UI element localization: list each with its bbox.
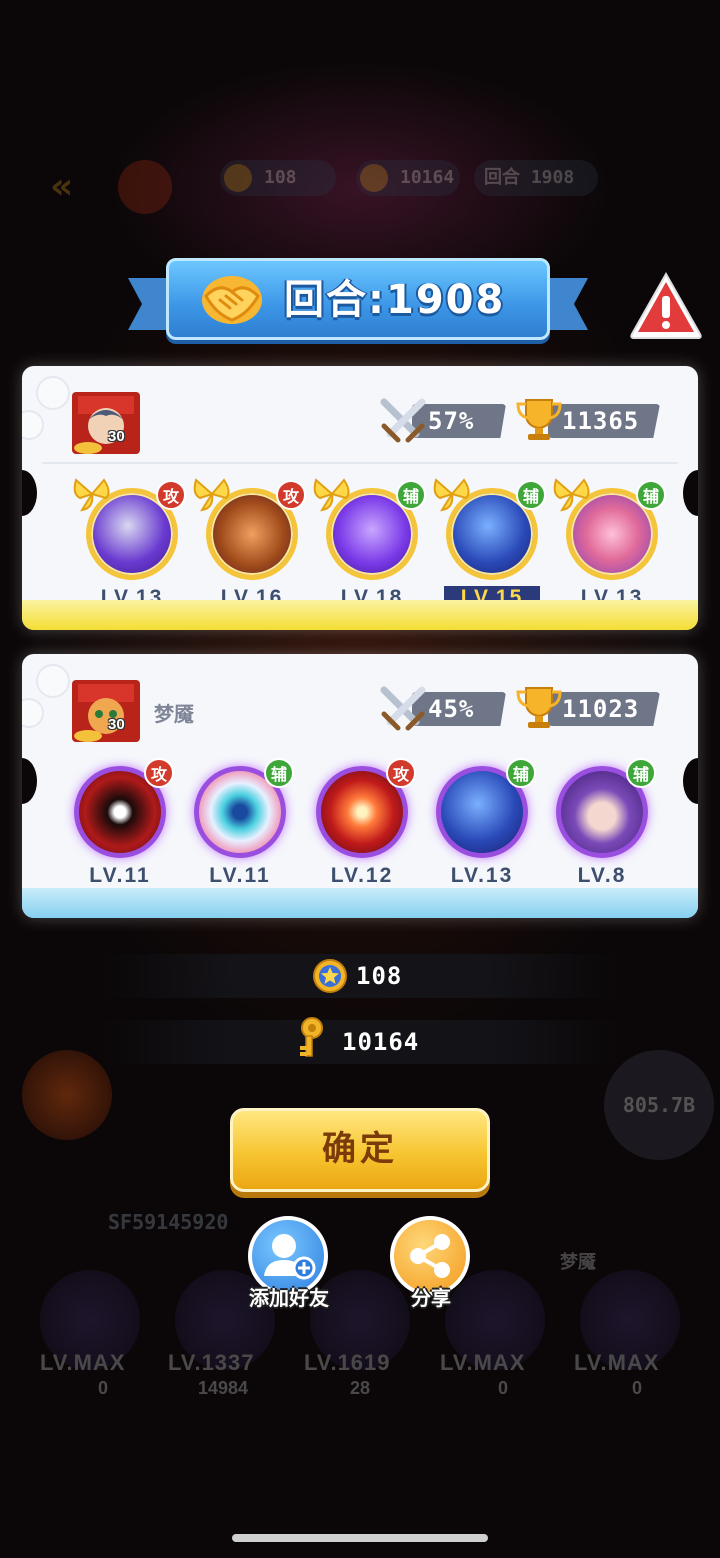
- coin-icon: [224, 164, 252, 192]
- background-player-name: 梦魇: [560, 1252, 596, 1273]
- key-reward-row: 10164: [100, 1017, 620, 1064]
- skill-level: LV.11: [89, 864, 151, 887]
- team-card-1: 30 57% 11365 攻 LV.13 攻 LV.16 辅 LV.18 辅 L…: [22, 366, 698, 630]
- attack-tag: 攻: [156, 480, 186, 510]
- background-player-id: SF59145920: [108, 1210, 229, 1234]
- background-level: LV.MAX: [440, 1350, 526, 1375]
- background-key-pill: 10164: [356, 160, 460, 196]
- background-top-bar: « 108 10164 回合 1908: [0, 160, 720, 214]
- butterfly-bow-icon: [553, 478, 590, 512]
- key-icon: [360, 164, 388, 192]
- skill-slot[interactable]: 攻 LV.13: [72, 476, 192, 616]
- attack-tag: 攻: [144, 758, 174, 788]
- background-sub-value: 0: [98, 1378, 109, 1398]
- butterfly-bow-icon: [433, 478, 470, 512]
- decor-bubble: [36, 376, 70, 410]
- background-coin-pill: 108: [220, 160, 336, 196]
- support-tag: 辅: [264, 758, 294, 788]
- background-keys: 10164: [400, 167, 455, 188]
- card-stripe: [22, 600, 698, 630]
- trophy-count: 11365: [548, 404, 660, 438]
- skill-slot[interactable]: 辅 LV.13: [552, 476, 672, 616]
- background-round: 回合 1908: [484, 167, 575, 188]
- butterfly-bow-icon: [193, 478, 230, 512]
- background-level: LV.1619: [304, 1350, 391, 1375]
- decor-bubble: [36, 664, 70, 698]
- skill-level: LV.13: [450, 864, 514, 887]
- support-tag: 辅: [636, 480, 666, 510]
- skill-slot[interactable]: 辅 LV.8: [542, 754, 662, 894]
- add-friend-label: 添加好友: [249, 1286, 329, 1310]
- background-round-pill: 回合 1908: [474, 160, 598, 196]
- trophy-count: 11023: [548, 692, 660, 726]
- support-tag: 辅: [516, 480, 546, 510]
- skill-row: 攻 LV.11 辅 LV.11 攻 LV.12 辅 LV.13 辅 LV.8: [22, 754, 698, 904]
- background-flame-icon: [22, 1050, 112, 1140]
- player-name: 梦魇: [154, 702, 194, 726]
- coin-reward-value: 108: [356, 962, 403, 990]
- decor-bubble: [22, 698, 44, 728]
- share-button[interactable]: 分享: [376, 1216, 486, 1316]
- background-sub-value: 0: [632, 1378, 643, 1398]
- decor-bubble: [22, 410, 44, 440]
- report-alert-icon[interactable]: [628, 270, 704, 342]
- skill-slot[interactable]: 攻 LV.11: [60, 754, 180, 894]
- player-avatar[interactable]: [68, 390, 144, 456]
- background-level: LV.MAX: [40, 1350, 126, 1375]
- handshake-icon: [202, 276, 262, 324]
- avatar-level: 30: [108, 428, 125, 445]
- key-reward-value: 10164: [342, 1028, 420, 1056]
- support-tag: 辅: [396, 480, 426, 510]
- card-stripe: [22, 888, 698, 918]
- player-avatar[interactable]: [68, 678, 144, 744]
- skill-slot[interactable]: 攻 LV.16: [192, 476, 312, 616]
- skill-slot[interactable]: 辅 LV.18: [312, 476, 432, 616]
- background-big-orb: 805.7B: [604, 1050, 714, 1160]
- round-title: 回合:1908: [284, 277, 506, 323]
- skill-slot[interactable]: 攻 LV.12: [302, 754, 422, 894]
- skill-level: LV.8: [577, 864, 627, 887]
- trophy-icon: [516, 687, 562, 728]
- skill-level: LV.11: [209, 864, 271, 887]
- coin-reward-row: 108: [100, 954, 620, 998]
- trophy-icon: [516, 399, 562, 440]
- confirm-button[interactable]: 确定: [230, 1108, 490, 1192]
- background-avatar: [118, 160, 172, 214]
- butterfly-bow-icon: [313, 478, 350, 512]
- background-bottom-panel: SF59145920 梦魇 LV.MAX LV.1337 LV.1619 LV.…: [0, 1190, 720, 1490]
- crossed-swords-icon: [380, 686, 426, 731]
- crossed-swords-icon: [380, 398, 426, 443]
- support-tag: 辅: [506, 758, 536, 788]
- share-label: 分享: [411, 1286, 451, 1310]
- support-tag: 辅: [626, 758, 656, 788]
- star-coin-icon: [313, 959, 347, 993]
- background-sub-value: 28: [350, 1378, 371, 1398]
- avatar-level: 30: [108, 716, 125, 733]
- skill-slot[interactable]: 辅 LV.11: [180, 754, 300, 894]
- attack-tag: 攻: [276, 480, 306, 510]
- background-sub-value: 0: [498, 1378, 509, 1398]
- round-banner: 回合:1908: [128, 258, 588, 346]
- butterfly-bow-icon: [73, 478, 110, 512]
- background-coins: 108: [264, 167, 297, 188]
- attack-tag: 攻: [386, 758, 416, 788]
- card-divider: [42, 462, 678, 464]
- skill-slot[interactable]: 辅 LV.13: [422, 754, 542, 894]
- home-indicator[interactable]: [232, 1534, 488, 1542]
- team-card-2: 30 梦魇 45% 11023 攻 LV.11 辅 LV.11 攻 LV.12: [22, 654, 698, 918]
- back-arrow-icon: «: [50, 166, 74, 207]
- key-icon: [300, 1017, 323, 1057]
- skill-slot[interactable]: 辅 LV.15: [432, 476, 552, 616]
- skill-level: LV.12: [330, 864, 394, 887]
- background-sub-value: 14984: [198, 1378, 249, 1398]
- add-friend-button[interactable]: 添加好友: [234, 1216, 344, 1316]
- background-level: LV.1337: [168, 1350, 255, 1375]
- background-level: LV.MAX: [574, 1350, 660, 1375]
